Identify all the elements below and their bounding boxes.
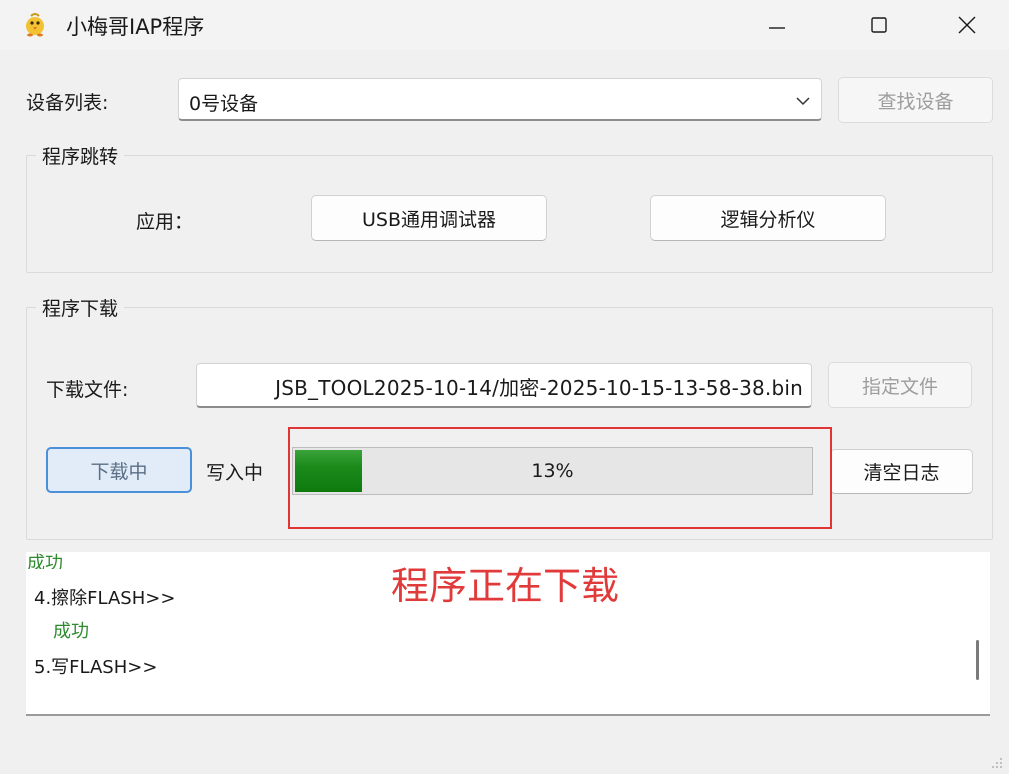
device-select-value: 0号设备 [189, 93, 259, 115]
device-list-label: 设备列表: [26, 92, 109, 114]
choose-file-button[interactable]: 指定文件 [828, 362, 972, 408]
maximize-button[interactable] [848, 0, 910, 50]
write-status-label: 写入中 [206, 462, 264, 484]
log-line: 4.擦除FLASH>> [34, 588, 176, 609]
clear-log-button[interactable]: 清空日志 [830, 449, 973, 494]
download-button[interactable]: 下载中 [46, 447, 192, 493]
find-device-button[interactable]: 查找设备 [838, 77, 993, 123]
log-scrollbar-thumb[interactable] [976, 640, 979, 680]
download-file-label: 下载文件: [46, 379, 129, 401]
program-download-title: 程序下载 [36, 294, 125, 321]
title-bar[interactable]: 小梅哥IAP程序 [0, 0, 1009, 50]
file-path-value: JSB_TOOL2025-10-14/加密-2025-10-15-13-58-3… [275, 376, 803, 400]
minimize-button[interactable] [746, 0, 808, 50]
minimize-icon [769, 27, 785, 29]
program-jump-title: 程序跳转 [36, 142, 125, 169]
progress-highlight-box [288, 427, 832, 529]
chick-app-icon [22, 11, 48, 37]
window-title: 小梅哥IAP程序 [66, 15, 205, 39]
chevron-down-icon [796, 97, 810, 106]
usb-debugger-button[interactable]: USB通用调试器 [311, 195, 547, 241]
close-icon [958, 16, 976, 34]
log-line: 成功 [27, 553, 63, 569]
close-button[interactable] [936, 0, 998, 50]
device-select[interactable]: 0号设备 [178, 78, 822, 121]
log-line: 成功 [53, 621, 89, 642]
log-line: 5.写FLASH>> [34, 657, 158, 678]
application-label: 应用： [136, 211, 194, 233]
logic-analyzer-button[interactable]: 逻辑分析仪 [650, 195, 886, 241]
resize-grip-icon[interactable] [990, 756, 1004, 770]
file-path-input[interactable]: JSB_TOOL2025-10-14/加密-2025-10-15-13-58-3… [196, 363, 812, 408]
maximize-icon [871, 17, 887, 33]
downloading-annotation: 程序正在下载 [391, 564, 620, 608]
